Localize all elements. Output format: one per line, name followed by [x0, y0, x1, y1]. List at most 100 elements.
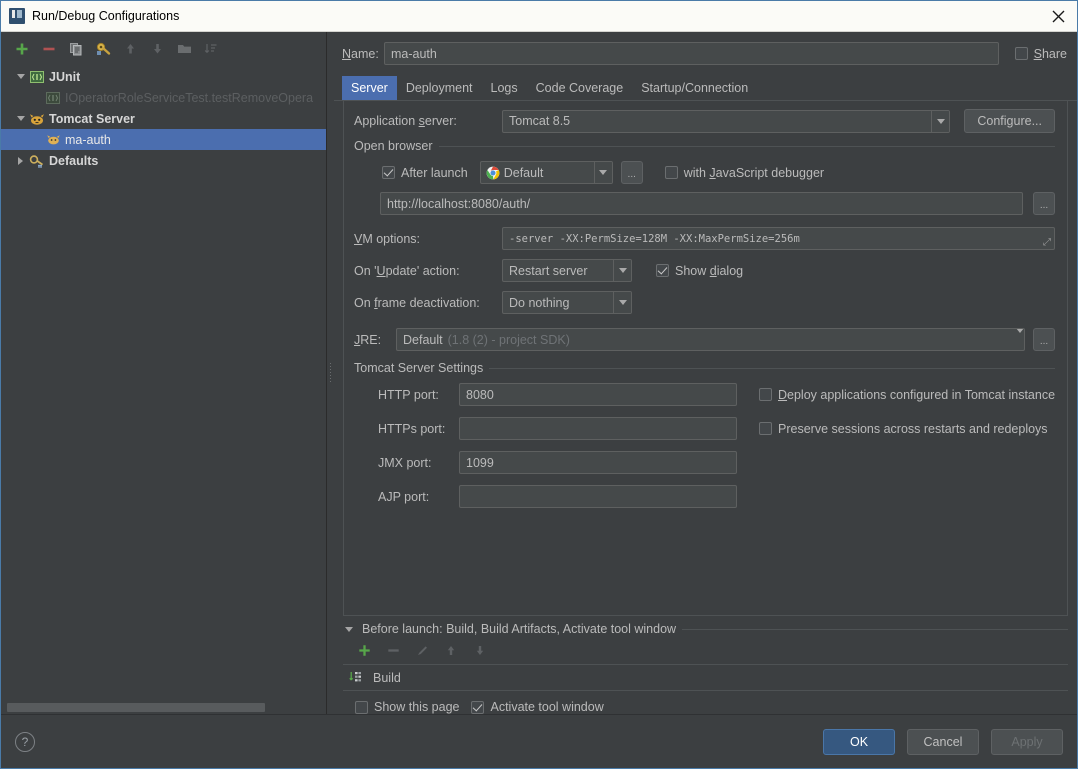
- browser-url-input[interactable]: [380, 192, 1023, 215]
- tree-horizontal-scrollbar[interactable]: [1, 701, 326, 714]
- wrench-icon[interactable]: [94, 40, 112, 58]
- tab-server[interactable]: Server: [342, 76, 397, 100]
- tree-node-defaults[interactable]: Defaults: [1, 150, 326, 171]
- name-row: Name: Share: [334, 32, 1077, 65]
- on-frame-deactivation-row: On frame deactivation: Do nothing: [354, 291, 1055, 314]
- junit-icon: [29, 69, 45, 85]
- after-launch-checkbox[interactable]: After launch: [382, 166, 468, 180]
- vm-options-input[interactable]: [502, 227, 1055, 250]
- chevron-down-icon[interactable]: [343, 623, 354, 636]
- deploy-applications-checkbox[interactable]: Deploy applications configured in Tomcat…: [759, 388, 1055, 402]
- before-launch-options: Show this page Activate tool window: [343, 691, 1068, 714]
- show-dialog-checkbox[interactable]: Show dialog: [656, 264, 743, 278]
- configure-button[interactable]: Configure...: [964, 109, 1055, 133]
- chevron-down-icon[interactable]: [593, 162, 612, 183]
- tree-node-junit[interactable]: JUnit: [1, 66, 326, 87]
- jre-browse-button[interactable]: ...: [1033, 328, 1055, 351]
- vm-options-row: VM options: ⤢: [354, 227, 1055, 250]
- tree-node-ma-auth[interactable]: ma-auth: [1, 129, 326, 150]
- run-debug-configurations-dialog: Run/Debug Configurations JUnit IOperator…: [0, 0, 1078, 769]
- server-tab-panel: Application server: Tomcat 8.5 Configure…: [343, 101, 1068, 616]
- tab-logs[interactable]: Logs: [482, 76, 527, 100]
- remove-configuration-button[interactable]: [40, 40, 58, 58]
- ok-button[interactable]: OK: [823, 728, 895, 755]
- preserve-sessions-checkbox-box[interactable]: [759, 422, 772, 435]
- tree-node-label: Tomcat Server: [49, 111, 135, 126]
- browser-combo[interactable]: Default: [479, 161, 613, 184]
- tab-deployment[interactable]: Deployment: [397, 76, 482, 100]
- name-input[interactable]: [384, 42, 999, 65]
- before-launch-title: Before launch: Build, Build Artifacts, A…: [362, 622, 677, 636]
- configuration-editor-pane: Name: Share Server Deployment Logs Code …: [334, 32, 1077, 714]
- chevron-down-icon[interactable]: [14, 112, 27, 125]
- application-server-combo[interactable]: Tomcat 8.5: [502, 109, 951, 133]
- defaults-icon: [29, 153, 45, 169]
- cancel-button[interactable]: Cancel: [907, 728, 979, 755]
- arrow-down-icon: [148, 40, 166, 58]
- add-task-button[interactable]: [355, 641, 373, 659]
- chevron-down-icon[interactable]: [1016, 329, 1024, 347]
- deploy-applications-label: Deploy applications configured in Tomcat…: [778, 387, 1056, 402]
- jmx-port-input[interactable]: [459, 451, 737, 474]
- arrow-up-icon: [442, 641, 460, 659]
- js-debugger-label: with JavaScript debugger: [683, 165, 825, 180]
- application-server-label: Application server:: [354, 114, 457, 128]
- build-icon: [349, 670, 363, 686]
- chevron-down-icon[interactable]: [613, 292, 631, 313]
- on-frame-deactivation-combo[interactable]: Do nothing: [502, 291, 632, 314]
- tree-node-tomcat-server[interactable]: Tomcat Server: [1, 108, 326, 129]
- apply-button[interactable]: Apply: [991, 728, 1063, 755]
- configuration-tabs: Server Deployment Logs Code Coverage Sta…: [334, 76, 1077, 101]
- preserve-sessions-checkbox[interactable]: Preserve sessions across restarts and re…: [759, 422, 1055, 436]
- close-icon[interactable]: [1047, 5, 1069, 27]
- arrow-up-icon: [121, 40, 139, 58]
- jre-row: JRE: Default (1.8 (2) - project SDK) ...: [354, 328, 1055, 351]
- tomcat-config-icon: [45, 132, 61, 148]
- before-launch-task-list[interactable]: Build: [343, 664, 1068, 691]
- chevron-down-icon[interactable]: [931, 110, 950, 132]
- js-debugger-checkbox[interactable]: with JavaScript debugger: [664, 165, 825, 180]
- scrollbar-thumb[interactable]: [7, 703, 266, 712]
- configurations-tree[interactable]: JUnit IOperatorRoleServiceTest.testRemov…: [1, 66, 326, 701]
- pane-splitter[interactable]: [327, 32, 334, 714]
- ajp-port-label: AJP port:: [378, 489, 430, 504]
- http-port-input[interactable]: [459, 383, 737, 406]
- show-this-page-checkbox-box[interactable]: [355, 700, 368, 714]
- before-launch-task-label: Build: [373, 670, 401, 685]
- chevron-down-icon[interactable]: [613, 260, 631, 281]
- preserve-sessions-label: Preserve sessions across restarts and re…: [778, 421, 1048, 436]
- before-launch-header[interactable]: Before launch: Build, Build Artifacts, A…: [343, 622, 1068, 636]
- show-this-page-checkbox[interactable]: Show this page: [355, 700, 459, 714]
- show-dialog-checkbox-box[interactable]: [656, 264, 669, 277]
- open-browser-group: Open browser After launch Default ... wi…: [354, 139, 1055, 215]
- share-checkbox-box[interactable]: [1014, 47, 1028, 60]
- before-launch-task-item[interactable]: Build: [349, 668, 1068, 687]
- tree-node-junit-test[interactable]: IOperatorRoleServiceTest.testRemoveOpera: [1, 87, 326, 108]
- splitter-grip: [329, 362, 332, 384]
- on-frame-deactivation-value: Do nothing: [509, 295, 570, 310]
- chevron-down-icon[interactable]: [14, 70, 27, 83]
- share-checkbox[interactable]: Share: [1014, 46, 1067, 61]
- on-update-action-combo[interactable]: Restart server: [502, 259, 632, 282]
- deploy-applications-checkbox-box[interactable]: [759, 388, 772, 401]
- js-debugger-checkbox-box[interactable]: [664, 166, 678, 179]
- ajp-port-input[interactable]: [459, 485, 737, 508]
- browser-browse-button[interactable]: ...: [620, 161, 643, 184]
- activate-tool-window-checkbox[interactable]: Activate tool window: [471, 700, 604, 714]
- group-divider: [438, 145, 1055, 147]
- scrollbar-track[interactable]: [7, 703, 322, 712]
- chevron-right-icon[interactable]: [14, 154, 27, 167]
- application-server-value: Tomcat 8.5: [509, 114, 571, 128]
- https-port-input[interactable]: [459, 417, 737, 440]
- after-launch-checkbox-box[interactable]: [382, 166, 395, 179]
- help-button[interactable]: ?: [15, 731, 35, 752]
- copy-icon[interactable]: [67, 40, 85, 58]
- add-configuration-button[interactable]: [13, 40, 31, 58]
- url-browse-button[interactable]: ...: [1033, 192, 1055, 215]
- activate-tool-window-checkbox-box[interactable]: [471, 700, 485, 714]
- tab-startup-connection[interactable]: Startup/Connection: [632, 76, 757, 100]
- share-label: Share: [1033, 46, 1067, 61]
- tab-code-coverage[interactable]: Code Coverage: [527, 76, 633, 100]
- jre-combo[interactable]: Default (1.8 (2) - project SDK): [396, 328, 1025, 351]
- open-browser-title: Open browser: [354, 139, 433, 153]
